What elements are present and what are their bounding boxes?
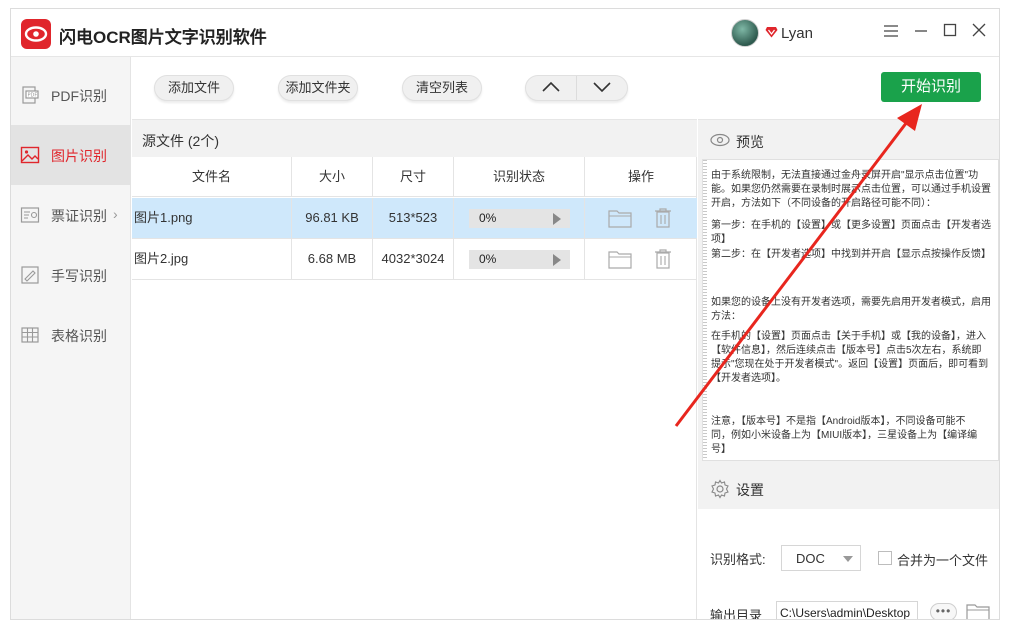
preview-text-line: 【开发者选项】。 (711, 373, 786, 384)
preview-title: 预览 (736, 134, 764, 150)
sidebar-item-image[interactable]: 图片识别 (11, 125, 131, 185)
svg-text:PDF: PDF (28, 93, 38, 99)
app-window: 闪电OCR图片文字识别软件 Lyan PDF PDF识别 图片识别 票证识别 ›… (10, 8, 1000, 620)
username[interactable]: Lyan (781, 25, 813, 42)
progress-text: 0% (479, 211, 497, 225)
preview-text-line: 在手机的【设置】页面点击【关于手机】或【我的设备】，进入 (711, 331, 986, 342)
preview-text-line: 开启，方法如下（不同设备的开启路径可能不同）： (711, 198, 936, 209)
file-size: 6.68 MB (292, 239, 373, 279)
move-up-button[interactable] (526, 76, 577, 100)
app-logo-icon (21, 19, 51, 49)
table-row[interactable]: 图片2.jpg 6.68 MB 4032*3024 0% (132, 239, 697, 280)
maximize-icon[interactable] (940, 23, 960, 43)
open-folder-icon[interactable] (608, 249, 632, 269)
browse-more-button[interactable]: ••• (930, 603, 957, 619)
trash-icon[interactable] (654, 207, 672, 229)
sidebar-item-handwriting[interactable]: 手写识别 (11, 245, 131, 305)
avatar[interactable] (731, 19, 759, 47)
sidebar-item-pdf[interactable]: PDF PDF识别 (11, 65, 131, 125)
progress-text: 0% (479, 252, 497, 266)
chevron-down-icon (593, 82, 611, 93)
sidebar-item-label: 票证识别 (51, 208, 107, 224)
sidebar-item-table[interactable]: 表格识别 (11, 305, 131, 365)
preview-text-line: 【软件信息】，然后连续点击【版本号】点击5次左右，系统即 (711, 345, 982, 356)
pdf-icon: PDF (22, 86, 39, 104)
table-header: 文件名 大小 尺寸 识别状态 操作 (132, 157, 697, 197)
sidebar-item-ticket[interactable]: 票证识别 › (11, 185, 131, 245)
chevron-right-icon: › (113, 206, 118, 222)
add-folder-button[interactable]: 添加文件夹 (278, 75, 358, 101)
file-size: 96.81 KB (292, 198, 373, 238)
eye-icon (710, 133, 730, 147)
start-recognition-button[interactable]: 开始识别 (881, 72, 981, 102)
play-icon[interactable] (553, 213, 561, 225)
preview-text-line: 同，例如小米设备上为【MIUI版本】，三星设备上为【编译编 (711, 430, 978, 441)
app-title: 闪电OCR图片文字识别软件 (59, 28, 267, 47)
preview-text-line: 能。如果您仍然需要在录制时展示点击位置，可以通过手机设置 (711, 184, 991, 195)
preview-text-line: 提示"您现在处于开发者模式"。返回【设置】页面后，即可看到 (711, 359, 989, 370)
settings-body: 识别格式: DOC 合并为一个文件 输出目录 C:\Users\admin\De… (698, 509, 999, 620)
right-panel: 预览 由于系统限制，无法直接通过金舟录屏开启"显示点击位置"功 能。如果您仍然需… (698, 119, 999, 620)
column-header[interactable]: 大小 (292, 157, 373, 197)
table-icon (21, 327, 39, 343)
file-dimensions: 4032*3024 (373, 239, 454, 279)
preview-text-line: 如果您的设备上没有开发者选项，需要先启用开发者模式，启用 (711, 297, 991, 308)
format-value: DOC (796, 551, 825, 566)
file-dimensions: 513*523 (373, 198, 454, 238)
ticket-icon (20, 207, 40, 223)
merge-checkbox[interactable] (878, 551, 892, 565)
settings-header: 设置 (698, 465, 999, 509)
sidebar-item-label: PDF识别 (51, 88, 107, 104)
play-icon[interactable] (553, 254, 561, 266)
preview-image: 由于系统限制，无法直接通过金舟录屏开启"显示点击位置"功 能。如果您仍然需要在录… (702, 159, 999, 461)
vip-diamond-icon (765, 27, 778, 38)
image-icon (20, 146, 40, 164)
sidebar-item-label: 图片识别 (51, 148, 107, 164)
source-files-title: 源文件 (2个) (142, 133, 219, 149)
menu-icon[interactable] (881, 23, 901, 43)
sidebar-item-label: 手写识别 (51, 268, 107, 284)
file-list-panel: 源文件 (2个) 文件名 大小 尺寸 识别状态 操作 图片1.png 96.81… (132, 119, 697, 619)
format-label: 识别格式: (710, 552, 766, 567)
format-select[interactable]: DOC (781, 545, 861, 571)
preview-text-line: 第一步：在手机的【设置】或【更多设置】页面点击【开发者选 (711, 220, 991, 231)
preview-text-line: 第二步：在【开发者选项】中找到并开启【显示点按操作反馈】 (711, 249, 991, 260)
title-bar: 闪电OCR图片文字识别软件 Lyan (11, 9, 999, 57)
clear-list-button[interactable]: 清空列表 (402, 75, 482, 101)
file-name: 图片1.png (132, 198, 292, 238)
column-header[interactable]: 尺寸 (373, 157, 454, 197)
preview-text-line: 项】 (711, 234, 731, 245)
chevron-up-icon (542, 81, 560, 92)
dropdown-caret-icon (843, 556, 853, 562)
column-header[interactable]: 识别状态 (454, 157, 585, 197)
output-dir-label: 输出目录 (710, 608, 763, 620)
close-icon[interactable] (969, 23, 989, 43)
toolbar: 添加文件 添加文件夹 清空列表 开始识别 (132, 57, 999, 119)
trash-icon[interactable] (654, 248, 672, 270)
sidebar-item-label: 表格识别 (51, 328, 107, 344)
column-header[interactable]: 文件名 (132, 157, 292, 197)
source-files-header: 源文件 (2个) (132, 119, 697, 157)
reorder-buttons (525, 75, 628, 101)
minimize-icon[interactable] (911, 23, 931, 43)
preview-header: 预览 (698, 119, 999, 159)
output-dir-field[interactable]: C:\Users\admin\Desktop (776, 601, 918, 619)
file-name: 图片2.jpg (132, 239, 292, 279)
move-down-button[interactable] (577, 76, 628, 100)
preview-edge (703, 160, 707, 460)
handwriting-icon (21, 266, 39, 284)
preview-text-line: 注意，【版本号】不是指【Android版本】，不同设备可能不 (711, 416, 966, 427)
preview-text-line: 号】 (711, 444, 731, 455)
column-header[interactable]: 操作 (585, 157, 697, 197)
add-file-button[interactable]: 添加文件 (154, 75, 234, 101)
open-folder-icon[interactable] (608, 208, 632, 228)
preview-text-line: 由于系统限制，无法直接通过金舟录屏开启"显示点击位置"功 (711, 170, 979, 181)
preview-text-line: 方法： (711, 311, 741, 322)
sidebar: PDF PDF识别 图片识别 票证识别 › 手写识别 表格识别 (11, 57, 131, 619)
merge-label: 合并为一个文件 (897, 553, 989, 568)
folder-icon[interactable] (966, 602, 990, 620)
settings-title: 设置 (736, 482, 764, 498)
gear-icon (711, 479, 729, 499)
table-row[interactable]: 图片1.png 96.81 KB 513*523 0% (132, 198, 697, 239)
